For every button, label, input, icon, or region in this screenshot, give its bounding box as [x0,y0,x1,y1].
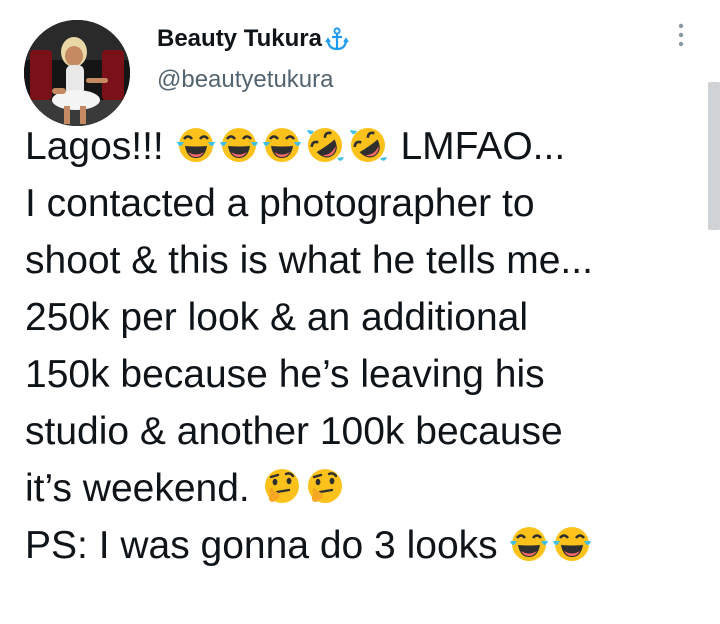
tears-of-joy-emoji [551,523,593,565]
tears-of-joy-emoji [508,523,550,565]
tears-of-joy-emoji [218,124,260,166]
author-name[interactable]: Beauty Tukura [157,25,322,53]
tweet-text-segment: LMFAO... [400,125,566,168]
tweet-line-2: I contacted a photographer to [25,182,535,225]
tweet-text-segment: Lagos!!! [25,125,164,168]
author-handle[interactable]: @beautyetukura [157,66,333,94]
tweet-line-5: 150k because he’s leaving his [25,353,545,396]
tweet-line-1: Lagos!!! LMFAO... [25,118,705,175]
tweet-card: Beauty Tukura @beautyetukura Lagos!!! LM… [0,0,720,624]
anchor-icon [324,26,350,52]
tears-of-joy-emoji [261,124,303,166]
author-name-row: Beauty Tukura [157,22,350,56]
tweet-line-3: shoot & this is what he tells me... [25,239,593,282]
more-vertical-icon[interactable] [670,18,692,56]
tweet-text-segment: it’s weekend. [25,467,250,510]
tweet-line-8: PS: I was gonna do 3 looks [25,517,705,574]
scrollbar-thumb[interactable] [708,82,720,230]
tweet-line-6: studio & another 100k because [25,410,563,453]
rolling-on-floor-laughing-emoji [347,124,389,166]
thinking-face-emoji [304,466,346,508]
tweet-line-4: 250k per look & an additional [25,296,529,339]
tweet-line-7: it’s weekend. [25,460,705,517]
rolling-on-floor-laughing-emoji [304,124,346,166]
thinking-face-emoji [261,466,303,508]
tweet-text: Lagos!!! LMFAO... I contacted a photogra… [25,118,705,574]
tweet-text-segment: PS: I was gonna do 3 looks [25,524,498,567]
tears-of-joy-emoji [175,124,217,166]
avatar[interactable] [24,20,130,126]
